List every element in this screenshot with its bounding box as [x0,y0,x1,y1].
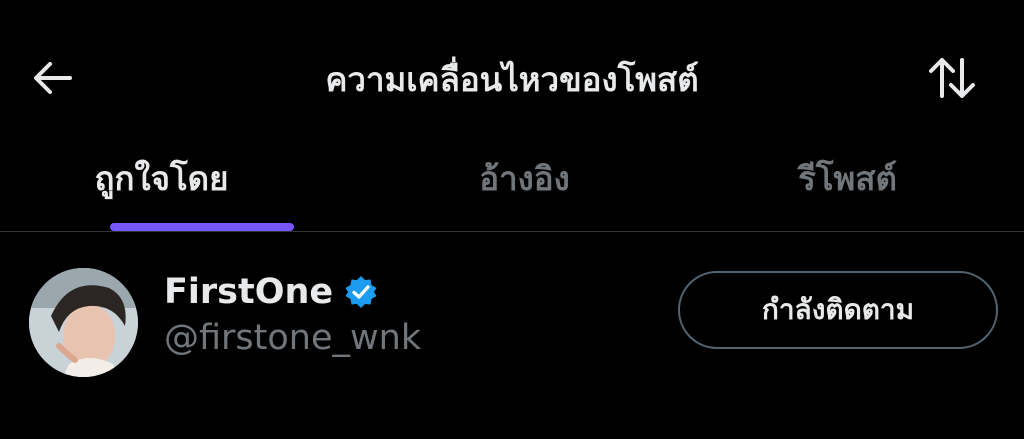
sort-button[interactable] [924,50,980,106]
user-list-item[interactable]: FirstOne @firstone_wnk กำลังติดตาม [0,232,1024,439]
sort-arrows-icon [929,58,975,98]
user-handle: @firstone_wnk [164,318,422,358]
name-line: FirstOne [164,268,379,316]
active-tab-indicator [110,223,294,231]
page-title: ความเคลื่อนไหวของโพสต์ [325,60,699,99]
verified-badge-icon [345,276,377,308]
header: ความเคลื่อนไหวของโพสต์ [0,0,1024,150]
tab-bar: ถูกใจโดย อ้างอิง รีโพสต์ [0,140,1024,232]
arrow-left-icon [34,62,72,94]
back-button[interactable] [28,52,76,100]
tab-likes[interactable]: ถูกใจโดย [30,140,293,232]
avatar-image [29,268,138,377]
avatar[interactable] [29,268,138,377]
display-name[interactable]: FirstOne [164,272,333,312]
tab-reposts[interactable]: รีโพสต์ [716,140,979,232]
following-button[interactable]: กำลังติดตาม [678,271,998,349]
tab-quotes[interactable]: อ้างอิง [393,140,656,232]
